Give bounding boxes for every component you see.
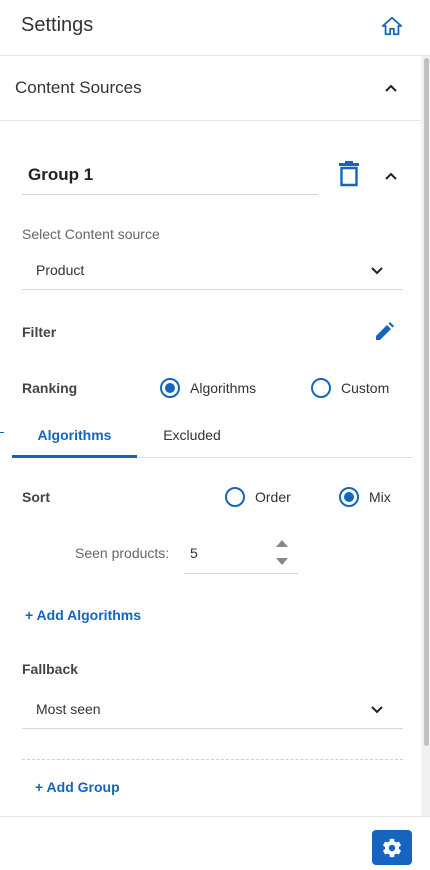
tab-label: Excluded (163, 427, 221, 443)
edge-indicator (0, 432, 4, 433)
settings-panel: Content Sources Group 1 Select Content s… (0, 56, 430, 816)
fallback-label: Fallback (22, 661, 79, 677)
radio-unselected-icon (225, 487, 245, 507)
divider (22, 759, 403, 760)
footer-bar (0, 816, 430, 870)
app-header: Settings (0, 0, 430, 56)
scrollbar-thumb[interactable] (424, 58, 429, 746)
fallback-select[interactable]: Most seen (22, 693, 403, 729)
chevron-up-icon[interactable] (384, 81, 398, 95)
chevron-down-icon (371, 267, 383, 275)
radio-label: Mix (369, 489, 391, 505)
filter-label: Filter (22, 324, 57, 340)
radio-label: Custom (341, 380, 390, 396)
ranking-tabs: Algorithms Excluded (12, 418, 413, 458)
radio-unselected-icon (311, 378, 331, 398)
seen-products-stepper[interactable]: 5 (184, 535, 298, 574)
add-group-button[interactable]: + Add Group (35, 779, 120, 795)
sort-label: Sort (22, 489, 50, 505)
section-title: Content Sources (15, 78, 142, 97)
settings-button[interactable] (372, 830, 412, 865)
radio-selected-icon (160, 378, 180, 398)
radio-selected-icon (339, 487, 359, 507)
page-title: Settings (21, 14, 94, 36)
sort-option-mix[interactable]: Mix (339, 487, 404, 509)
group-name-field[interactable]: Group 1 (22, 160, 318, 195)
sort-option-order[interactable]: Order (225, 487, 305, 509)
group-chevron-up-icon[interactable] (384, 169, 398, 183)
chevron-down-icon (371, 706, 383, 714)
fallback-value: Most seen (36, 701, 101, 717)
radio-label: Algorithms (190, 380, 257, 396)
tab-label: Algorithms (37, 427, 112, 443)
gear-icon (383, 838, 401, 858)
content-source-select[interactable]: Product (22, 254, 403, 290)
content-source-label: Select Content source (22, 226, 160, 242)
home-icon[interactable] (381, 15, 403, 37)
stepper-up-icon[interactable] (276, 540, 288, 547)
stepper-down-icon[interactable] (276, 558, 288, 565)
tab-algorithms[interactable]: Algorithms (12, 418, 137, 458)
content-source-value: Product (36, 262, 85, 278)
pencil-icon[interactable] (373, 321, 395, 343)
seen-products-value: 5 (190, 545, 198, 561)
add-algorithms-button[interactable]: + Add Algorithms (25, 607, 141, 623)
group-name: Group 1 (28, 165, 94, 184)
content-sources-header[interactable]: Content Sources (0, 56, 421, 121)
ranking-option-algorithms[interactable]: Algorithms (160, 378, 270, 400)
tab-excluded[interactable]: Excluded (137, 418, 247, 458)
trash-icon[interactable] (338, 161, 360, 187)
ranking-option-custom[interactable]: Custom (311, 378, 401, 400)
ranking-label: Ranking (22, 380, 78, 396)
radio-label: Order (255, 489, 291, 505)
seen-products-label: Seen products: (75, 545, 170, 561)
